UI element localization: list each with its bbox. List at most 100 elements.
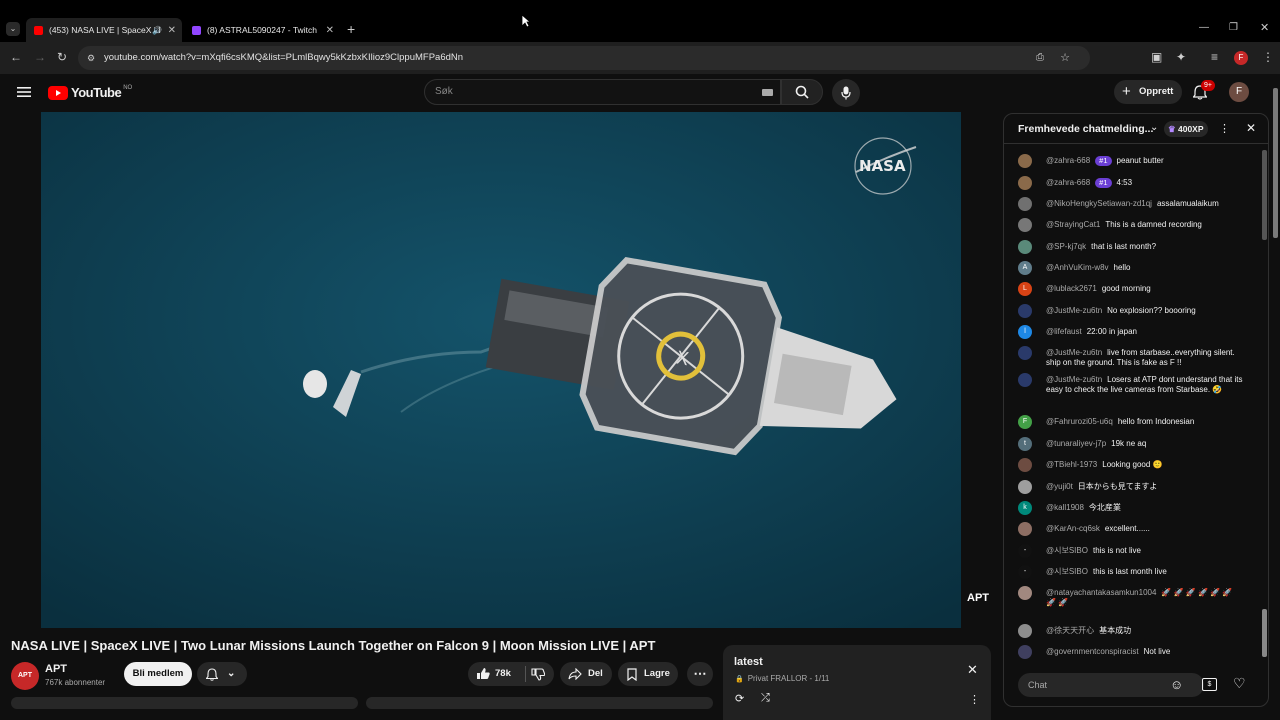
chat-message[interactable]: @SP-kj7qk that is last month?: [1018, 240, 1243, 254]
chat-author-avatar[interactable]: A: [1018, 261, 1032, 275]
back-icon[interactable]: ←: [10, 50, 22, 64]
chat-scrollbar-thumb[interactable]: [1262, 609, 1267, 657]
chat-author-name[interactable]: @JustMe-zu6tn: [1046, 306, 1102, 315]
chat-author-name[interactable]: @governmentconspiracist: [1046, 647, 1139, 656]
chat-author-name[interactable]: @시보SIBO: [1046, 567, 1088, 576]
chat-author-avatar[interactable]: l: [1018, 325, 1032, 339]
chat-author-name[interactable]: @SP-kj7qk: [1046, 242, 1086, 251]
close-tab-icon[interactable]: ✕: [326, 25, 334, 36]
chat-mode-selector[interactable]: Fremhevede chatmelding...: [1018, 123, 1153, 135]
chat-message[interactable]: L @lublack2671 good morning: [1018, 282, 1243, 296]
chat-author-name[interactable]: @zahra-668: [1046, 156, 1090, 165]
minimize-icon[interactable]: —: [1199, 22, 1209, 33]
search-button[interactable]: [781, 79, 823, 105]
chat-author-avatar[interactable]: [1018, 176, 1032, 190]
chat-author-avatar[interactable]: [1018, 458, 1032, 472]
browser-profile-avatar[interactable]: F: [1234, 51, 1248, 65]
chat-message[interactable]: @KarAn-cq6sk excellent......: [1018, 522, 1243, 536]
chat-author-avatar[interactable]: [1018, 154, 1032, 168]
chat-message[interactable]: @zahra-668 #1 peanut butter: [1018, 154, 1243, 168]
puzzle-extensions-icon[interactable]: ✦: [1176, 50, 1186, 64]
close-chat-icon[interactable]: ✕: [1246, 121, 1256, 135]
emoji-icon[interactable]: ☺: [1170, 677, 1183, 692]
chat-author-name[interactable]: @zahra-668: [1046, 178, 1090, 187]
chat-message[interactable]: @StrayingCat1 This is a damned recording: [1018, 218, 1243, 232]
subscribe-bell-button[interactable]: ⌄: [197, 662, 247, 686]
bookmark-star-icon[interactable]: ☆: [1060, 46, 1070, 70]
chat-author-avatar[interactable]: -: [1018, 544, 1032, 558]
chat-author-avatar[interactable]: F: [1018, 415, 1032, 429]
notifications-button[interactable]: 9+: [1193, 80, 1215, 100]
chat-message[interactable]: @JustMe-zu6tn No explosion?? boooring: [1018, 304, 1243, 318]
chat-author-avatar[interactable]: t: [1018, 437, 1032, 451]
speaker-icon[interactable]: 🔊: [152, 26, 162, 35]
chat-message[interactable]: @JustMe-zu6tn Losers at ATP dont understa…: [1018, 373, 1243, 395]
youtube-logo[interactable]: YouTube NO: [48, 85, 132, 100]
chat-scrollbar-top[interactable]: [1262, 150, 1267, 240]
chat-author-avatar[interactable]: L: [1018, 282, 1032, 296]
chat-author-name[interactable]: @StrayingCat1: [1046, 220, 1100, 229]
channel-avatar[interactable]: APT: [11, 662, 39, 690]
extension-icon[interactable]: ▣: [1151, 50, 1162, 64]
share-button[interactable]: Del: [560, 662, 612, 686]
chat-message[interactable]: k @kall1908 今北産業: [1018, 501, 1243, 515]
chat-author-avatar[interactable]: [1018, 373, 1032, 387]
close-playlist-icon[interactable]: ✕: [967, 662, 978, 678]
chat-author-name[interactable]: @徐天天开心: [1046, 626, 1094, 635]
chat-author-name[interactable]: @tunaraliyev-j7p: [1046, 439, 1106, 448]
shuffle-icon[interactable]: ⤮: [761, 692, 770, 705]
join-button[interactable]: Bli medlem: [124, 662, 192, 686]
reload-icon[interactable]: ↻: [57, 50, 67, 64]
create-button[interactable]: + Opprett: [1114, 80, 1182, 104]
chat-author-name[interactable]: @JustMe-zu6tn: [1046, 348, 1102, 357]
search-input[interactable]: Søk: [424, 79, 781, 105]
chat-author-name[interactable]: @시보SIBO: [1046, 546, 1088, 555]
browser-menu-icon[interactable]: ⋮: [1262, 50, 1274, 64]
chat-message[interactable]: @徐天天开心 基本成功: [1018, 624, 1243, 638]
chat-author-name[interactable]: @NikoHengkySetiawan-zd1qj: [1046, 199, 1152, 208]
chat-author-name[interactable]: @lublack2671: [1046, 284, 1097, 293]
chat-message[interactable]: t @tunaraliyev-j7p 19k ne aq: [1018, 437, 1243, 451]
forward-icon[interactable]: →: [34, 50, 46, 64]
chat-message[interactable]: - @시보SIBO this is not live: [1018, 544, 1243, 558]
video-player[interactable]: X NASA: [41, 112, 961, 628]
description-box-secondary[interactable]: [366, 697, 713, 709]
chat-message[interactable]: A @AnhVuKim-w8v hello: [1018, 261, 1243, 275]
channel-name[interactable]: APT: [45, 663, 67, 675]
chat-author-avatar[interactable]: [1018, 645, 1032, 659]
chat-author-avatar[interactable]: k: [1018, 501, 1032, 515]
tab-search-button[interactable]: ⌄: [6, 22, 20, 36]
chat-author-name[interactable]: @AnhVuKim-w8v: [1046, 263, 1109, 272]
chat-author-name[interactable]: @TBiehl-1973: [1046, 460, 1097, 469]
chat-message[interactable]: - @시보SIBO this is last month live: [1018, 565, 1243, 579]
media-control-icon[interactable]: ≡: [1211, 50, 1218, 64]
chat-author-avatar[interactable]: [1018, 240, 1032, 254]
chat-message[interactable]: @natayachantakasamkun1004 🚀 🚀 🚀 🚀 🚀 🚀 🚀 🚀: [1018, 586, 1243, 608]
loop-icon[interactable]: ⟳: [735, 692, 744, 705]
chat-author-name[interactable]: @lifefaust: [1046, 327, 1082, 336]
xp-badge[interactable]: ♛ 400XP: [1164, 121, 1208, 137]
account-avatar[interactable]: F: [1229, 82, 1249, 102]
chat-author-avatar[interactable]: [1018, 522, 1032, 536]
chat-message[interactable]: @zahra-668 #1 4:53: [1018, 176, 1243, 190]
save-button[interactable]: Lagre: [618, 662, 678, 686]
playlist-menu-icon[interactable]: ⋮: [969, 693, 980, 706]
chat-message[interactable]: @yuji0t 日本からも見てますよ: [1018, 480, 1243, 494]
new-tab-icon[interactable]: +: [347, 21, 355, 37]
chat-author-avatar[interactable]: [1018, 197, 1032, 211]
chat-message[interactable]: @governmentconspiracist Not live: [1018, 645, 1243, 659]
chat-author-name[interactable]: @natayachantakasamkun1004: [1046, 588, 1156, 597]
close-window-icon[interactable]: ✕: [1260, 21, 1269, 34]
chat-author-avatar[interactable]: [1018, 624, 1032, 638]
install-app-icon[interactable]: ⎙: [1036, 46, 1044, 70]
like-button[interactable]: [476, 667, 490, 680]
chat-author-name[interactable]: @JustMe-zu6tn: [1046, 375, 1102, 384]
tab-twitch[interactable]: (8) ASTRAL5090247 - Twitch ✕: [184, 18, 340, 42]
heart-icon[interactable]: ♡: [1233, 675, 1246, 692]
address-bar[interactable]: ⚙ youtube.com/watch?v=mXqfi6csKMQ&list=P…: [78, 46, 1090, 70]
more-actions-icon[interactable]: ⋯: [687, 662, 713, 686]
chat-author-name[interactable]: @kall1908: [1046, 503, 1084, 512]
tab-nasa-live[interactable]: (453) NASA LIVE | SpaceX LI 🔊 ✕: [26, 18, 182, 42]
chat-author-avatar[interactable]: [1018, 304, 1032, 318]
restore-icon[interactable]: ❐: [1229, 22, 1238, 33]
